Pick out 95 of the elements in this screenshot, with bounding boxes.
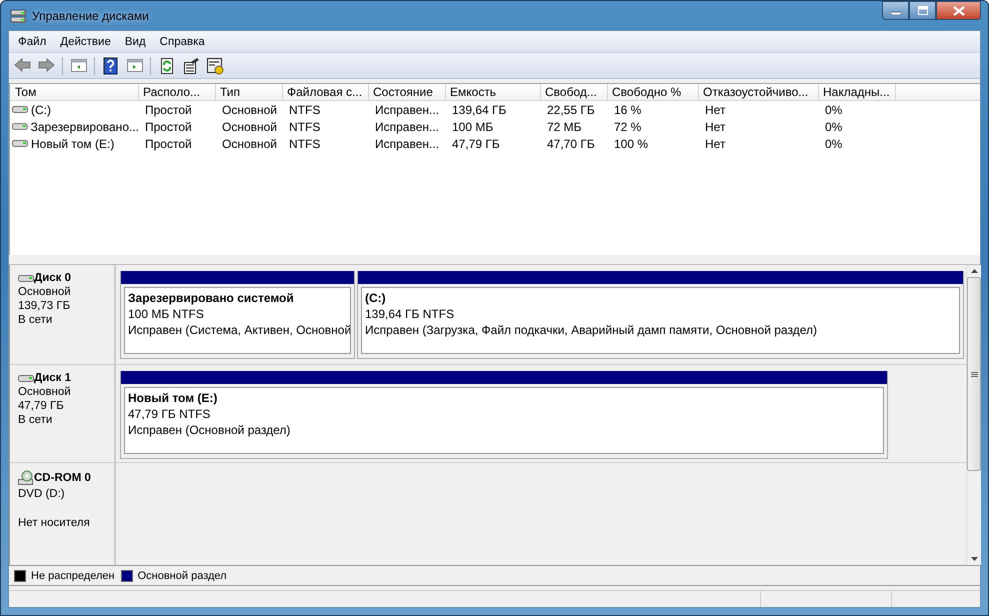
table-cell-text: Исправен...: [374, 102, 440, 116]
scroll-up-icon[interactable]: [970, 269, 978, 273]
table-cell-text: Простой: [144, 136, 193, 150]
table-cell-text: 47,79 ГБ: [451, 136, 501, 150]
column-header[interactable]: Накладны...: [819, 84, 896, 101]
disk-name: Диск 0: [34, 272, 72, 284]
window-title: Управление дисками: [32, 8, 150, 22]
column-header[interactable]: Файловая с...: [283, 84, 369, 101]
scroll-down-icon[interactable]: [970, 557, 978, 561]
disk-info: В сети: [18, 414, 54, 426]
table-cell-text: 72 %: [613, 120, 642, 134]
column-header[interactable]: Располо...: [139, 84, 216, 101]
disk-label-panel[interactable]: Диск 1 Основной 47,79 ГБ В сети: [10, 365, 116, 462]
column-header[interactable]: Состояние: [369, 84, 446, 101]
partition-status: Исправен (Основной раздел): [128, 423, 292, 437]
table-cell-text: NTFS: [288, 102, 322, 116]
menu-item[interactable]: Справка: [152, 36, 212, 48]
disk-info: 139,73 ГБ: [18, 300, 72, 312]
table-cell-text: 100 %: [613, 136, 650, 150]
legend-label: Не распределен: [31, 570, 115, 582]
column-header[interactable]: Свободно %: [608, 84, 699, 101]
disk-label-panel[interactable]: Диск 0 Основной 139,73 ГБ В сети: [10, 265, 116, 364]
partition-block[interactable]: Новый том (E:) 47,79 ГБ NTFS Исправен (Основной раздел): [120, 371, 888, 459]
partition-title: Новый том (E:): [128, 391, 218, 405]
table-cell: Зарезервировано...: [30, 120, 139, 134]
column-header[interactable]: Тип: [216, 84, 283, 101]
partition-title: (C:): [365, 291, 387, 305]
properties-icon: [182, 56, 200, 74]
table-cell-text: 0%: [824, 102, 844, 116]
drive-icon: [12, 104, 28, 115]
drive-icon: [12, 138, 28, 149]
table-cell-text: 72 МБ: [546, 120, 583, 134]
table-cell-text: Основной: [221, 102, 278, 116]
partition-size: 139,64 ГБ NTFS: [365, 307, 456, 321]
panel-icon: [70, 56, 88, 74]
scroll-thumb[interactable]: [967, 277, 981, 471]
table-cell-text: NTFS: [288, 120, 322, 134]
column-header[interactable]: Отказоустойчиво...: [699, 84, 819, 101]
maximize-icon: [918, 6, 928, 15]
close-button[interactable]: [936, 1, 981, 20]
table-cell-text: Исправен...: [374, 120, 440, 134]
maximize-button[interactable]: [909, 1, 936, 20]
partition-title: Зарезервировано системой: [128, 291, 295, 305]
panel-icon: [126, 56, 144, 74]
partition-block[interactable]: (C:) 139,64 ГБ NTFS Исправен (Загрузка, Файл подкачки, Аварийный дамп памяти, Основной раздел): [357, 271, 964, 359]
disk-info: DVD (D:): [18, 488, 66, 500]
table-cell-text: 16 %: [613, 102, 642, 116]
column-header[interactable]: Свобод...: [541, 84, 608, 101]
table-cell-text: Простой: [144, 102, 193, 116]
table-cell-text: NTFS: [288, 136, 322, 150]
table-cell: Новый том (E:): [31, 136, 114, 150]
minimize-button[interactable]: [882, 1, 909, 20]
drive-icon: [18, 372, 34, 384]
legend-label: Основной раздел: [138, 570, 227, 582]
forward-icon: [38, 56, 56, 74]
table-cell-text: Основной: [221, 136, 278, 150]
disk-info: Основной: [18, 386, 72, 398]
menu-item[interactable]: Вид: [118, 36, 153, 48]
table-cell-text: 47,70 ГБ: [546, 136, 596, 150]
table-cell-text: 22,55 ГБ: [546, 102, 596, 116]
grip-icon: [970, 372, 978, 376]
table-cell-text: 139,64 ГБ: [451, 102, 508, 116]
table-cell: (C:): [31, 102, 51, 116]
disk-name: CD-ROM 0: [34, 472, 91, 484]
table-cell-text: Исправен...: [374, 136, 440, 150]
disk-info: В сети: [18, 314, 54, 326]
column-header[interactable]: Емкость: [446, 84, 541, 101]
vertical-scrollbar[interactable]: [966, 265, 981, 565]
back-icon: [14, 56, 32, 74]
drive-icon: [18, 272, 34, 284]
table-cell-text: Нет: [704, 136, 726, 150]
table-cell-text: Основной: [221, 120, 278, 134]
table-cell-text: 100 МБ: [451, 120, 494, 134]
table-cell-text: 0%: [824, 120, 844, 134]
partition-block[interactable]: Зарезервировано системой 100 МБ NTFS Исправен (Система, Активен, Основной: [120, 271, 355, 359]
disk-info: Основной: [18, 286, 72, 298]
table-cell-text: Нет: [704, 102, 726, 116]
partition-status: Исправен (Загрузка, Файл подкачки, Аварийный дамп памяти, Основной раздел): [365, 323, 818, 337]
table-cell-text: 0%: [824, 136, 844, 150]
close-icon: [952, 6, 964, 16]
menu-item[interactable]: Файл: [11, 36, 54, 48]
disk-management-icon: [10, 8, 26, 24]
table-cell-text: Простой: [144, 120, 193, 134]
disk-label-panel[interactable]: CD-ROM 0 DVD (D:) Нет носителя: [10, 463, 116, 565]
disk-name: Диск 1: [34, 372, 72, 384]
drive-icon: [12, 121, 28, 132]
disk-info: 47,79 ГБ: [18, 400, 65, 412]
partition-size: 47,79 ГБ NTFS: [128, 407, 212, 421]
column-header[interactable]: Том: [10, 84, 139, 101]
help-icon: [102, 56, 120, 74]
table-cell-text: Нет: [704, 120, 726, 134]
partition-size: 100 МБ NTFS: [128, 307, 205, 321]
disk-info: Нет носителя: [18, 517, 91, 529]
menu-item[interactable]: Действие: [53, 36, 118, 48]
cd-drive-icon: [18, 470, 34, 486]
